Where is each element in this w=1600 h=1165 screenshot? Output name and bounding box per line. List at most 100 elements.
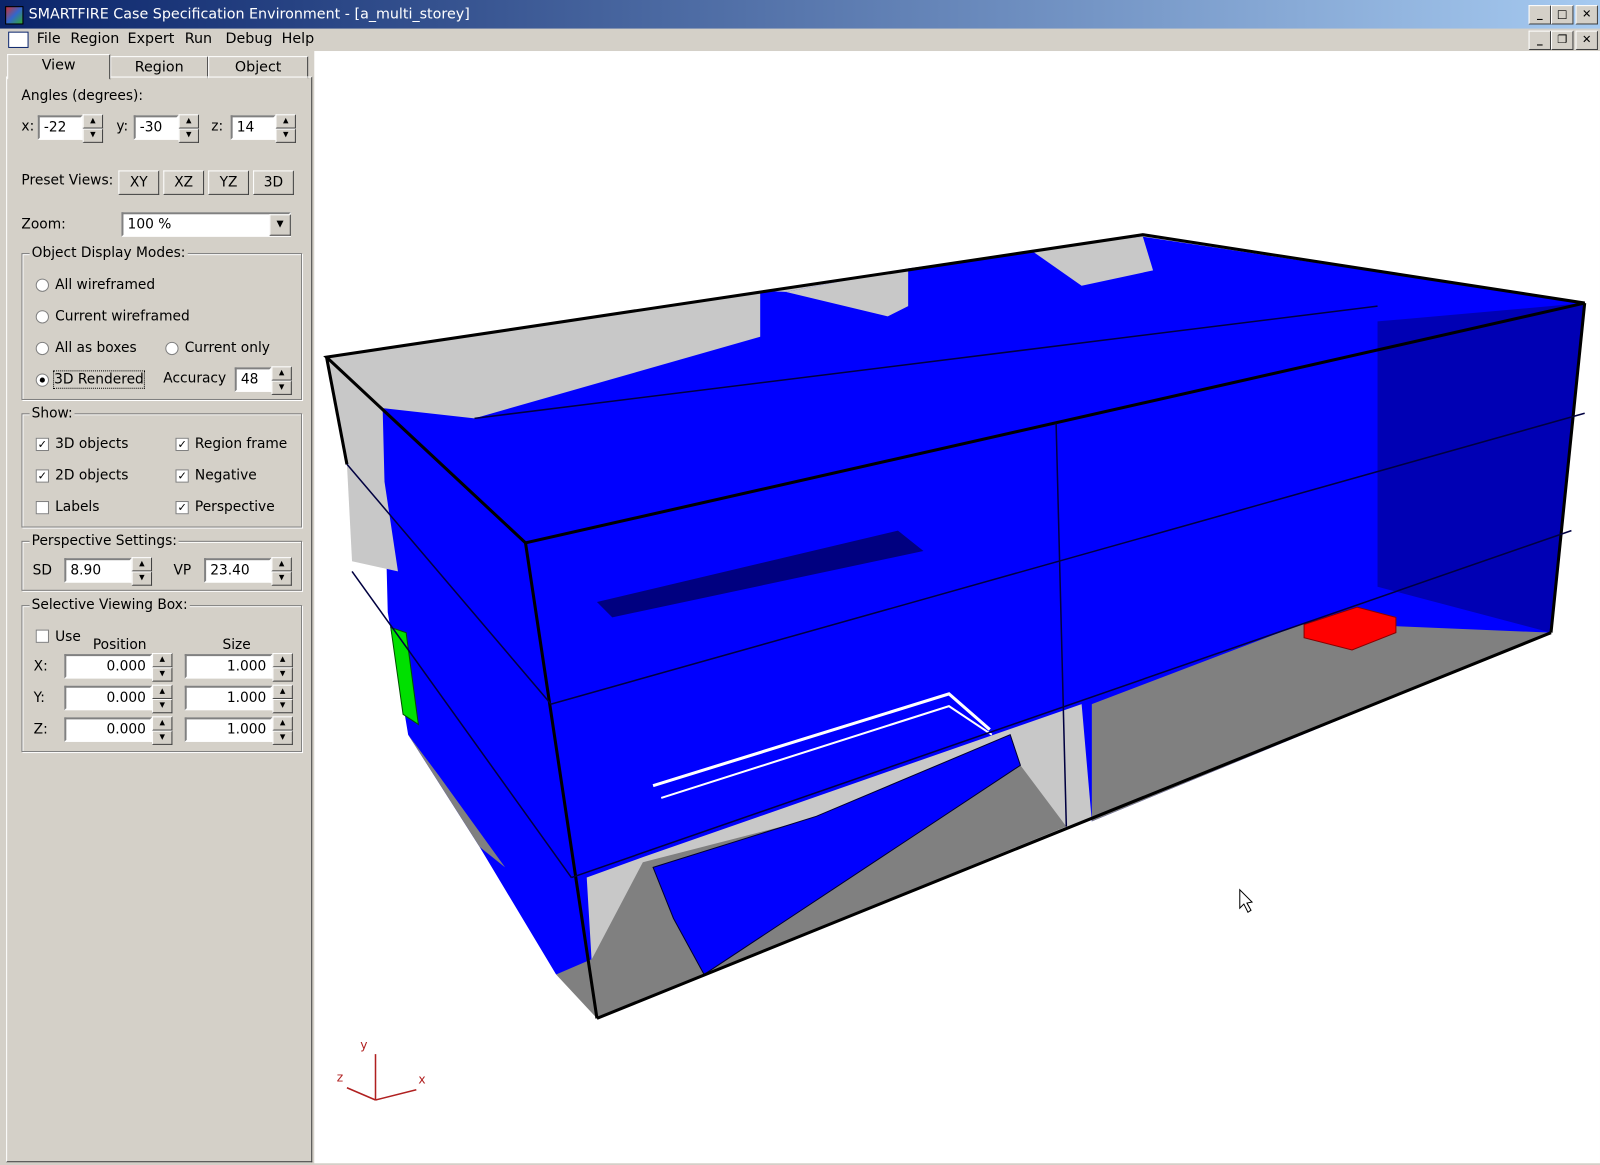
axis-z-label: z xyxy=(337,1071,343,1085)
zoom-value: 100 % xyxy=(127,216,172,233)
show-label: Region frame xyxy=(194,435,288,453)
right-dark-wall xyxy=(1377,303,1585,633)
show-3d-objects-checkbox[interactable]: ✓ xyxy=(35,437,49,452)
use-checkbox[interactable] xyxy=(35,629,49,643)
selective-viewing-box-title: Selective Viewing Box: xyxy=(29,596,190,614)
close-button[interactable]: ✕ xyxy=(1575,5,1598,25)
svb-size-spinner[interactable]: ▲ ▼ xyxy=(272,716,293,745)
radio-all-as-boxes[interactable] xyxy=(35,341,49,356)
app-icon xyxy=(5,6,24,25)
size-header: Size xyxy=(222,636,251,654)
minimize-button[interactable]: _ xyxy=(1528,5,1552,25)
angle-z-input[interactable]: 14 xyxy=(230,115,276,140)
preset-3d-button[interactable]: 3D xyxy=(253,170,294,195)
preset-views-label: Preset Views: xyxy=(21,172,114,189)
axis-y-label: y xyxy=(360,1038,367,1052)
angles-label: Angles (degrees): xyxy=(21,87,144,105)
document-icon[interactable] xyxy=(8,31,29,48)
preset-xz-button[interactable]: XZ xyxy=(163,170,205,195)
show-label: 2D objects xyxy=(55,467,129,484)
vp-input[interactable]: 23.40 xyxy=(204,558,272,583)
show-label: 3D objects xyxy=(55,435,129,453)
svb-position-spinner[interactable]: ▲ ▼ xyxy=(152,716,173,745)
window-title: SMARTFIRE Case Specification Environment… xyxy=(28,6,470,23)
radio-label: All wireframed xyxy=(55,276,156,293)
title-bar: SMARTFIRE Case Specification Environment… xyxy=(0,0,1600,29)
zoom-select[interactable]: 100 % xyxy=(121,212,291,237)
show-perspective-checkbox[interactable]: ✓ xyxy=(175,501,189,515)
axis-x-label: x xyxy=(418,1073,425,1087)
show-label: Perspective xyxy=(194,498,275,516)
radio-3d-rendered[interactable] xyxy=(35,373,49,387)
use-label: Use xyxy=(55,628,81,645)
tab-view[interactable]: View xyxy=(7,54,111,80)
svb-size-spinner[interactable]: ▲ ▼ xyxy=(272,684,293,714)
mdi-close-button[interactable]: ✕ xyxy=(1575,30,1598,50)
axes-gizmo xyxy=(346,1054,417,1101)
svb-axis-label: Z: xyxy=(33,721,48,738)
sd-input[interactable]: 8.90 xyxy=(64,558,132,583)
tab-region[interactable]: Region xyxy=(110,56,209,79)
preset-xy-button[interactable]: XY xyxy=(118,170,160,195)
svb-position-spinner[interactable]: ▲ ▼ xyxy=(152,653,173,682)
accuracy-label: Accuracy xyxy=(163,370,227,387)
maximize-button[interactable]: □ xyxy=(1551,5,1574,25)
mdi-minimize-button[interactable]: _ xyxy=(1528,30,1552,50)
svb-position-input[interactable]: 0.000 xyxy=(64,654,153,679)
angle-x-input[interactable]: -22 xyxy=(37,115,83,140)
accuracy-spinner[interactable]: ▲ ▼ xyxy=(271,366,292,395)
radio-label: Current wireframed xyxy=(55,308,190,325)
svb-size-spinner[interactable]: ▲ ▼ xyxy=(272,653,293,682)
svb-position-input[interactable]: 0.000 xyxy=(64,685,153,711)
angle-z-spinner[interactable]: ▲ ▼ xyxy=(275,114,296,143)
show-labels-checkbox[interactable] xyxy=(35,501,49,515)
svb-size-input[interactable]: 1.000 xyxy=(184,685,273,711)
svb-axis-label: X: xyxy=(33,658,48,675)
menu-run[interactable]: Run xyxy=(185,31,212,47)
radio-label: All as boxes xyxy=(55,339,137,357)
position-header: Position xyxy=(92,636,147,654)
angle-y-spinner[interactable]: ▲ ▼ xyxy=(178,114,199,143)
radio-current-only[interactable] xyxy=(165,341,179,356)
sd-spinner[interactable]: ▲ ▼ xyxy=(131,557,153,586)
menu-expert[interactable]: Expert xyxy=(128,31,175,47)
angle-y-input[interactable]: -30 xyxy=(133,115,179,140)
3d-viewport[interactable]: y x z xyxy=(314,51,1600,1164)
menu-debug[interactable]: Debug xyxy=(226,31,273,47)
angle-x-spinner[interactable]: ▲ ▼ xyxy=(82,114,104,143)
show-title: Show: xyxy=(29,405,75,422)
building-3d-render[interactable]: y x z xyxy=(314,51,1600,1163)
menu-help[interactable]: Help xyxy=(282,31,315,47)
mdi-restore-button[interactable]: ❐ xyxy=(1551,30,1574,50)
angle-z-label: z: xyxy=(211,118,224,135)
vp-spinner[interactable]: ▲ ▼ xyxy=(271,557,292,586)
display-modes-title: Object Display Modes: xyxy=(29,244,188,262)
show-label: Negative xyxy=(194,467,257,484)
menu-bar: File Region Expert Run Debug Help _ ❐ ✕ xyxy=(0,29,1600,51)
svb-position-input[interactable]: 0.000 xyxy=(64,717,153,742)
mouse-cursor-icon xyxy=(1239,888,1254,913)
show-2d-objects-checkbox[interactable]: ✓ xyxy=(35,469,49,483)
menu-file[interactable]: File xyxy=(37,31,61,47)
vp-label: VP xyxy=(173,562,192,579)
chevron-down-icon[interactable]: ▼ xyxy=(269,214,291,236)
svb-size-input[interactable]: 1.000 xyxy=(184,654,273,679)
perspective-title: Perspective Settings: xyxy=(29,532,179,549)
radio-current-wireframed[interactable] xyxy=(35,310,49,324)
show-region-frame-checkbox[interactable]: ✓ xyxy=(175,437,189,452)
tab-object[interactable]: Object xyxy=(208,56,309,79)
sd-label: SD xyxy=(32,562,53,579)
menu-region[interactable]: Region xyxy=(70,31,119,47)
radio-label: Current only xyxy=(184,339,270,357)
angle-y-label: y: xyxy=(116,118,129,135)
zoom-label: Zoom: xyxy=(21,216,66,233)
svb-size-input[interactable]: 1.000 xyxy=(184,717,273,742)
radio-all-wireframed[interactable] xyxy=(35,278,49,292)
show-negative-checkbox[interactable]: ✓ xyxy=(175,469,189,483)
angle-x-label: x: xyxy=(21,118,35,135)
svb-position-spinner[interactable]: ▲ ▼ xyxy=(152,684,173,714)
accuracy-input[interactable]: 48 xyxy=(234,367,272,392)
preset-yz-button[interactable]: YZ xyxy=(208,170,249,195)
radio-label: 3D Rendered xyxy=(53,370,145,389)
svb-axis-label: Y: xyxy=(33,689,45,707)
